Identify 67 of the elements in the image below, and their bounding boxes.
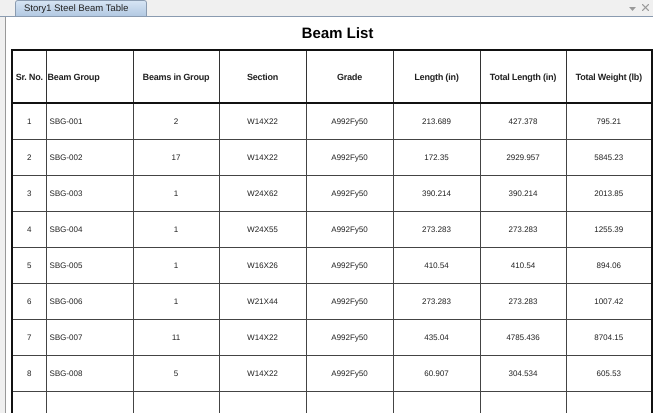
- table-cell: 2: [12, 140, 46, 176]
- table-cell: 4: [12, 212, 46, 248]
- table-cell: 8: [12, 356, 46, 392]
- report-title: Beam List: [300, 25, 374, 44]
- table-cell: 1: [12, 103, 46, 140]
- close-icon[interactable]: [642, 4, 649, 11]
- table-cell: 7: [12, 320, 46, 356]
- table-cell: 213.689: [393, 103, 480, 140]
- table-cell: 273.283: [480, 212, 566, 248]
- table-cell: 1: [133, 176, 219, 212]
- table-cell: SBG-008: [46, 356, 133, 392]
- table-cell: 410.54: [480, 248, 566, 284]
- table-cell: 304.534: [480, 356, 566, 392]
- table-cell: W14X22: [219, 103, 306, 140]
- table-cell: A992Fy50: [306, 140, 393, 176]
- table-cell: SBG-004: [46, 212, 133, 248]
- column-header: Total Length (in): [480, 50, 566, 103]
- column-header: Grade: [306, 50, 393, 103]
- table-cell: 390.214: [393, 176, 480, 212]
- table-cell: W21X44: [219, 284, 306, 320]
- table-cell: 1: [133, 248, 219, 284]
- table-cell: 435.04: [393, 320, 480, 356]
- table-cell: 4785.436: [480, 320, 566, 356]
- table-cell: W16X26: [219, 248, 306, 284]
- table-cell: SBG-001: [46, 103, 133, 140]
- table-cell: W14X22: [219, 140, 306, 176]
- table-cell: 60.907: [393, 356, 480, 392]
- table-cell: 1: [133, 212, 219, 248]
- table-cell: 410.54: [393, 248, 480, 284]
- document-tab[interactable]: Story1 Steel Beam Table: [15, 0, 147, 16]
- table-cell: 172.35: [393, 140, 480, 176]
- table-cell: 11: [133, 320, 219, 356]
- table-cell: SBG-002: [46, 140, 133, 176]
- table-cell: 2: [133, 103, 219, 140]
- column-header: Sr. No.: [12, 50, 46, 103]
- table-cell: 1: [133, 284, 219, 320]
- table-cell: W24X62: [219, 176, 306, 212]
- table-cell: SBG-003: [46, 176, 133, 212]
- column-header: Beams in Group: [133, 50, 219, 103]
- table-cell: 390.214: [480, 176, 566, 212]
- table-cell: A992Fy50: [306, 103, 393, 140]
- table-cell: 273.283: [480, 284, 566, 320]
- table-cell: 5: [133, 356, 219, 392]
- table-cell: A992Fy50: [306, 248, 393, 284]
- table-cell: 427.378: [480, 103, 566, 140]
- table-cell: A992Fy50: [306, 320, 393, 356]
- table-cell: W14X22: [219, 320, 306, 356]
- table-cell: A992Fy50: [306, 176, 393, 212]
- table-cell: A992Fy50: [306, 212, 393, 248]
- table-cell: A992Fy50: [306, 356, 393, 392]
- column-header: Beam Group: [46, 50, 133, 103]
- table-cell: A992Fy50: [306, 284, 393, 320]
- table-cell: W24X55: [219, 212, 306, 248]
- dropdown-icon[interactable]: [629, 7, 636, 11]
- table-cell: 3: [12, 176, 46, 212]
- table-cell: 6: [12, 284, 46, 320]
- table-cell: 273.283: [393, 284, 480, 320]
- table-cell: W14X22: [219, 356, 306, 392]
- table-cell: SBG-007: [46, 320, 133, 356]
- table-cell: 17: [133, 140, 219, 176]
- table-cell: SBG-005: [46, 248, 133, 284]
- table-cell: SBG-006: [46, 284, 133, 320]
- table-cell: 5: [12, 248, 46, 284]
- table-cell: 2929.957: [480, 140, 566, 176]
- column-header: Length (in): [393, 50, 480, 103]
- table-cell: 273.283: [393, 212, 480, 248]
- column-header: Section: [219, 50, 306, 103]
